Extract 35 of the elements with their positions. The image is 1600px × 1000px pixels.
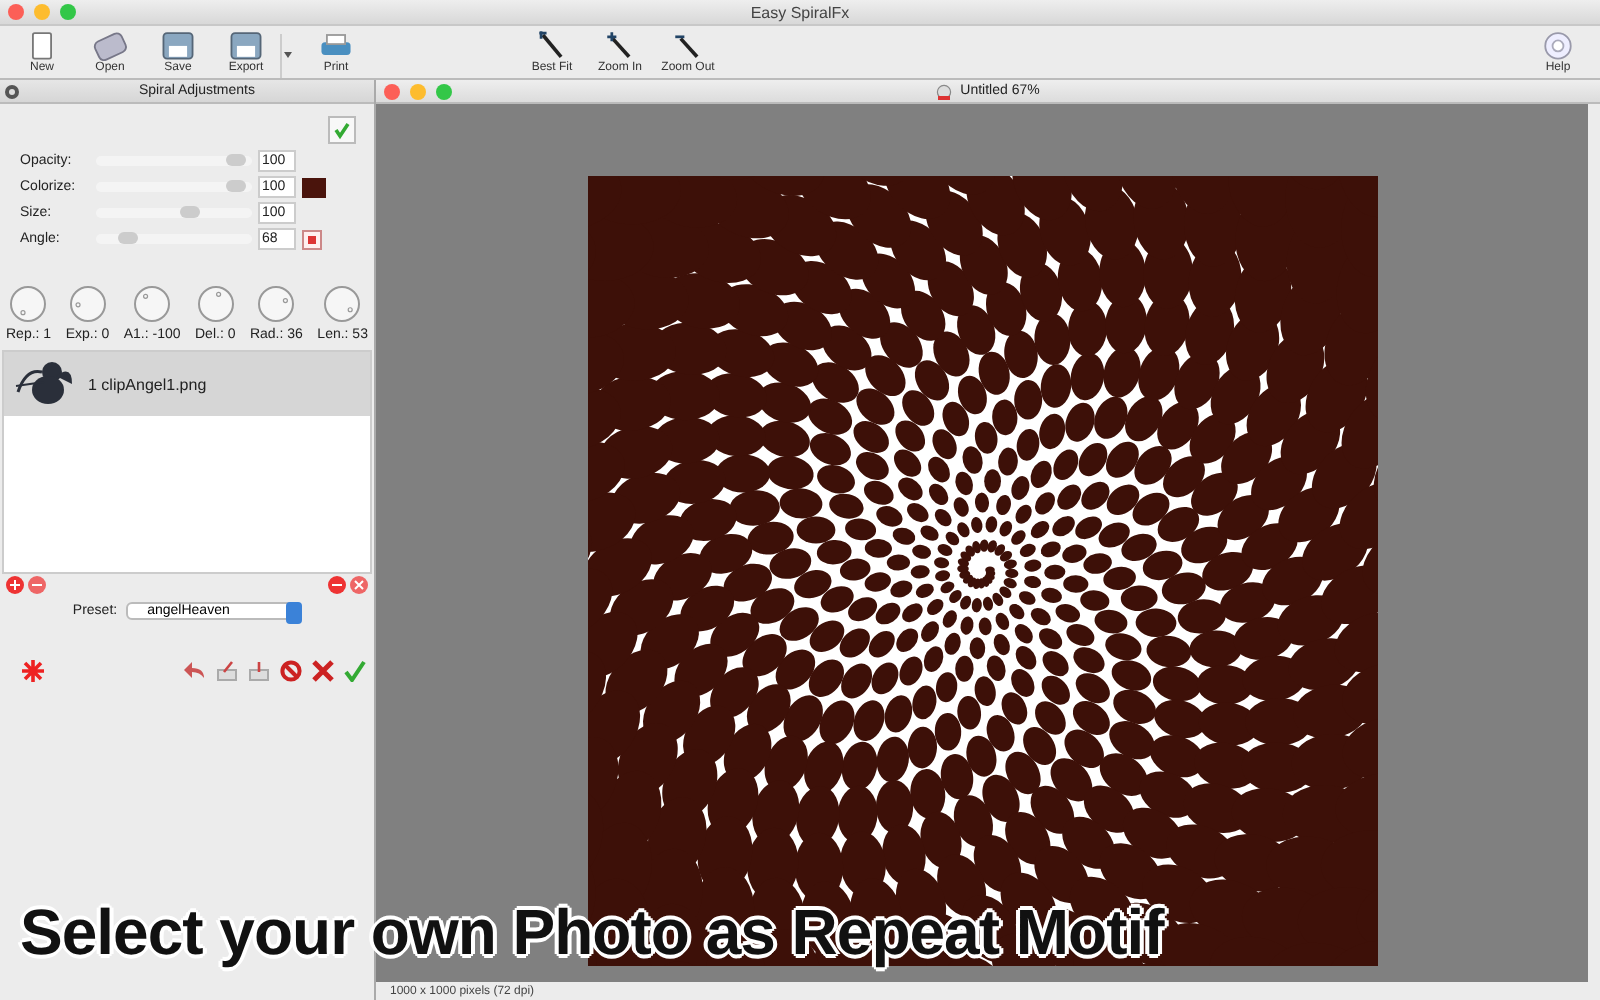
knob-icon[interactable] [69,286,106,322]
knob-icon[interactable] [10,286,47,322]
slider-thumb[interactable] [226,180,247,192]
layer-item[interactable]: 1 clipAngel1.png [4,352,370,416]
remove-icon[interactable] [28,576,46,594]
color-swatch[interactable] [302,177,326,197]
undo-icon[interactable] [184,660,206,682]
close-icon[interactable] [350,576,368,594]
slider-track[interactable] [96,234,252,244]
window-title: Easy SpiralFx [750,3,850,21]
knob-icon[interactable] [324,286,361,322]
document-icon [936,83,953,99]
remove-icon[interactable] [328,576,346,594]
layer-name: 1 clipAngel1.png [88,375,207,393]
slider-thumb[interactable] [117,232,138,244]
lifebuoy-icon [1538,28,1578,62]
tray-import-icon[interactable] [216,660,238,682]
tray-export-icon[interactable] [248,660,270,682]
apply-checkmark-button[interactable] [328,116,356,144]
knob-icon[interactable] [134,286,171,322]
slider-track[interactable] [96,156,252,166]
gear-icon[interactable] [4,83,20,99]
asterisk-icon[interactable] [22,660,44,682]
close-icon[interactable] [312,660,334,682]
knob-icon[interactable] [258,286,295,322]
slider-thumb[interactable] [226,154,247,166]
slider-track[interactable] [96,182,252,192]
slider-track[interactable] [96,208,252,218]
reset-icon[interactable] [302,229,322,249]
caret-icon[interactable] [280,34,294,78]
slider-thumb[interactable] [179,206,200,218]
checkmark-icon[interactable] [344,660,366,682]
knob-icon[interactable] [197,286,234,322]
add-icon[interactable] [6,576,24,594]
prohibited-icon[interactable] [280,660,302,682]
